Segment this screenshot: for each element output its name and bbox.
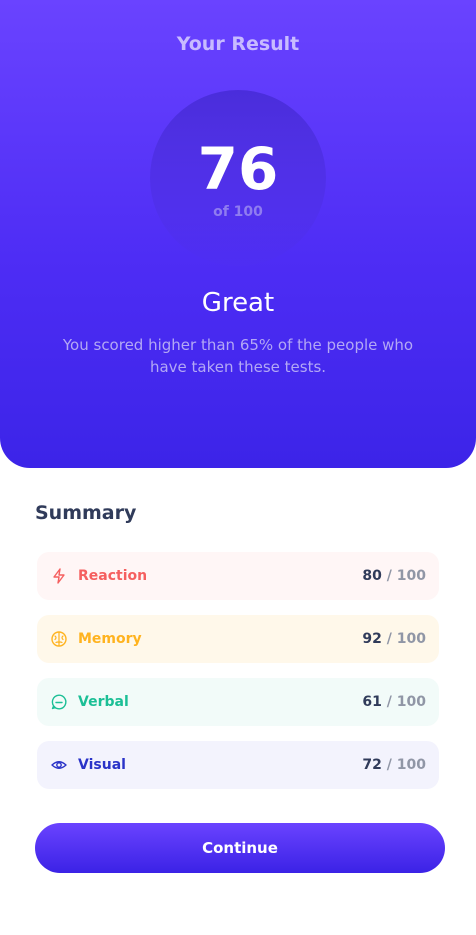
summary-item-label: Visual	[78, 757, 126, 773]
continue-button[interactable]: Continue	[35, 823, 445, 873]
result-title: Your Result	[176, 33, 300, 55]
summary-item-score: 92 / 100	[362, 631, 426, 647]
result-card: Your Result 76 of 100 Great You scored h…	[0, 0, 476, 468]
eye-icon	[49, 755, 69, 775]
summary-item-memory: Memory 92 / 100	[37, 615, 439, 663]
summary-title: Summary	[35, 502, 137, 524]
score-circle: 76 of 100	[150, 90, 326, 266]
summary-item-label: Memory	[78, 631, 142, 647]
brain-icon	[49, 629, 69, 649]
result-description: You scored higher than 65% of the people…	[62, 336, 414, 376]
summary-item-label: Verbal	[78, 694, 129, 710]
chat-bubble-icon	[49, 692, 69, 712]
summary-item-verbal: Verbal 61 / 100	[37, 678, 439, 726]
rating-label: Great	[201, 288, 275, 318]
summary-item-visual: Visual 72 / 100	[37, 741, 439, 789]
score-value: 76	[197, 135, 279, 203]
score-max-label: of 100	[213, 204, 263, 220]
summary-item-score: 72 / 100	[362, 757, 426, 773]
summary-item-label: Reaction	[78, 568, 148, 584]
lightning-icon	[49, 566, 69, 586]
summary-item-reaction: Reaction 80 / 100	[37, 552, 439, 600]
summary-item-score: 61 / 100	[362, 694, 426, 710]
summary-item-score: 80 / 100	[362, 568, 426, 584]
